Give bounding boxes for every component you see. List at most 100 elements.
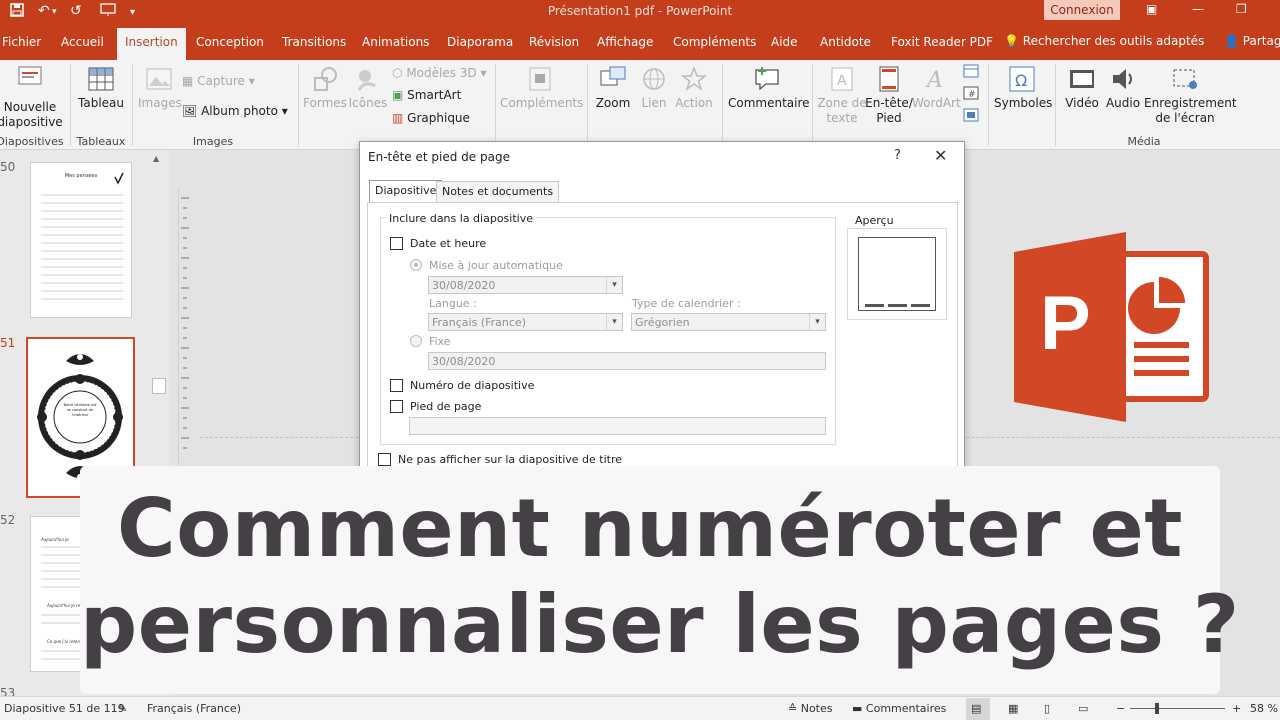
- tab-affichage[interactable]: Affichage: [597, 35, 653, 49]
- screenshot-button[interactable]: ▦ Capture ▾: [182, 74, 255, 88]
- new-slide-button[interactable]: Nouvelle diapositive: [0, 64, 64, 130]
- audio-button[interactable]: Audio: [1102, 64, 1144, 111]
- date-time-icon[interactable]: [963, 64, 979, 81]
- scroll-up-icon[interactable]: ▲: [153, 154, 159, 163]
- lightbulb-icon: 💡: [1004, 34, 1019, 48]
- hide-on-title-checkbox[interactable]: [378, 453, 391, 466]
- smartart-button[interactable]: ▣ SmartArt: [392, 88, 461, 102]
- video-button[interactable]: Vidéo: [1062, 64, 1102, 111]
- ribbon-display-options-icon[interactable]: ▣: [1146, 2, 1157, 16]
- close-icon[interactable]: ✕: [934, 146, 947, 165]
- auto-update-label: Mise à jour automatique: [429, 259, 563, 272]
- minimize-icon[interactable]: —: [1192, 2, 1204, 16]
- 3d-models-button[interactable]: ⬡ Modèles 3D ▾: [392, 66, 487, 80]
- tab-diapositive[interactable]: Diapositive: [369, 180, 443, 203]
- table-button[interactable]: Tableau: [76, 64, 126, 111]
- tab-notes-documents[interactable]: Notes et documents: [436, 181, 560, 202]
- spellcheck-icon[interactable]: ✎: [118, 702, 127, 715]
- tab-fichier[interactable]: Fichier: [2, 35, 41, 49]
- store-icon: [529, 67, 551, 91]
- zoom-level[interactable]: 58 %: [1250, 702, 1278, 715]
- group-label-tableaux: Tableaux: [76, 135, 126, 148]
- slide-sorter-icon[interactable]: ▦: [1008, 702, 1018, 715]
- date-time-checkbox[interactable]: [390, 237, 403, 250]
- chevron-down-icon: ▾: [809, 314, 825, 330]
- tab-revision[interactable]: Révision: [529, 35, 579, 49]
- slide-number-icon[interactable]: #: [963, 86, 979, 103]
- auto-update-radio[interactable]: [410, 259, 422, 271]
- footer-text-input[interactable]: [409, 417, 826, 435]
- group-label-diapositives: Diapositives: [0, 135, 64, 148]
- fixed-date-radio[interactable]: [410, 335, 422, 347]
- fixed-date-input[interactable]: 30/08/2020: [428, 352, 826, 370]
- action-button[interactable]: Action: [672, 64, 716, 111]
- tab-antidote[interactable]: Antidote: [820, 35, 871, 49]
- language-select[interactable]: Français (France) ▾: [428, 313, 623, 331]
- zoom-in-button[interactable]: +: [1232, 702, 1241, 715]
- chart-button[interactable]: ▥ Graphique: [392, 111, 470, 125]
- help-button[interactable]: ?: [894, 148, 901, 163]
- svg-text:#: #: [968, 90, 976, 100]
- addins-button[interactable]: Compléments: [500, 64, 583, 111]
- caption-line-1: Comment numéroter et: [117, 482, 1183, 575]
- zoom-out-button[interactable]: −: [1116, 702, 1125, 715]
- slideshow-icon[interactable]: ▭: [1078, 702, 1088, 715]
- comment-button[interactable]: Commentaire: [728, 64, 810, 111]
- tab-aide[interactable]: Aide: [771, 35, 798, 49]
- comment-icon: [755, 67, 779, 91]
- preview-placeholder: [911, 304, 930, 307]
- tab-transitions[interactable]: Transitions: [282, 35, 346, 49]
- slide-number-checkbox[interactable]: [390, 379, 403, 392]
- tab-accueil[interactable]: Accueil: [61, 35, 104, 49]
- smartart-icon: ▣: [392, 88, 404, 102]
- shapes-button[interactable]: Formes: [302, 64, 348, 111]
- zoom-slider[interactable]: [1130, 708, 1225, 709]
- zoom-button[interactable]: Zoom: [592, 64, 634, 111]
- wordart-button[interactable]: A WordArt: [912, 64, 961, 111]
- link-button[interactable]: Lien: [636, 64, 672, 111]
- tab-animations[interactable]: Animations: [362, 35, 429, 49]
- notes-button[interactable]: ≙ Notes: [788, 702, 833, 715]
- person-icon: 👤: [1224, 34, 1239, 48]
- footer-checkbox[interactable]: [390, 400, 403, 413]
- comments-button[interactable]: ▬ Commentaires: [852, 702, 946, 715]
- caption-line-2: personnaliser les pages ?: [80, 578, 1240, 671]
- tab-insertion[interactable]: Insertion: [117, 28, 186, 60]
- screen-recording-button[interactable]: Enregistrement de l'écran: [1144, 64, 1237, 126]
- comments-icon: ▬: [852, 702, 863, 715]
- footer-label: Pied de page: [410, 400, 482, 413]
- zoom-slider-thumb[interactable]: [1155, 703, 1159, 714]
- header-footer-button[interactable]: En-tête/ Pied: [864, 64, 914, 126]
- notes-icon: ≙: [788, 702, 798, 715]
- icons-button[interactable]: Icônes: [348, 64, 388, 111]
- images-button[interactable]: Images: [138, 64, 182, 111]
- auto-date-select[interactable]: 30/08/2020 ▾: [428, 276, 623, 294]
- screen-recording-icon: [1173, 69, 1197, 89]
- group-label-media: Média: [1127, 135, 1161, 148]
- tab-conception[interactable]: Conception: [196, 35, 264, 49]
- slide-number: 51: [0, 336, 16, 350]
- photo-album-button[interactable]: 🖼 Album photo ▾: [182, 104, 288, 118]
- share-button[interactable]: 👤 Partage: [1224, 34, 1280, 48]
- preview-placeholder: [888, 304, 907, 307]
- title-bar: ↶ ▾ ↺ ▾ Présentation1 pdf - PowerPoint C…: [0, 0, 1280, 26]
- language-status[interactable]: Français (France): [147, 702, 241, 715]
- tell-me-search[interactable]: 💡 Rechercher des outils adaptés: [1004, 34, 1204, 48]
- slide-thumbnail-50[interactable]: Mes pensées: [30, 162, 132, 318]
- scrollbar-thumb[interactable]: [152, 378, 166, 394]
- picture-icon: [146, 68, 172, 90]
- wordart-icon: A: [925, 68, 943, 93]
- calendar-type-select[interactable]: Grégorien ▾: [631, 313, 826, 331]
- symbols-button[interactable]: Ω Symboles: [994, 64, 1052, 111]
- tab-diaporama[interactable]: Diaporama: [447, 35, 513, 49]
- text-box-button[interactable]: A Zone de texte: [816, 64, 868, 126]
- new-slide-icon: [18, 66, 42, 85]
- tab-foxit[interactable]: Foxit Reader PDF: [891, 35, 993, 49]
- group-title: Inclure dans la diapositive: [386, 212, 536, 225]
- omega-icon: Ω: [1009, 66, 1035, 92]
- tab-complements[interactable]: Compléments: [673, 35, 756, 49]
- signin-button[interactable]: Connexion: [1044, 0, 1120, 20]
- object-icon[interactable]: [963, 108, 979, 125]
- maximize-icon[interactable]: ❐: [1236, 2, 1247, 16]
- reading-view-icon[interactable]: ▯: [1044, 702, 1050, 715]
